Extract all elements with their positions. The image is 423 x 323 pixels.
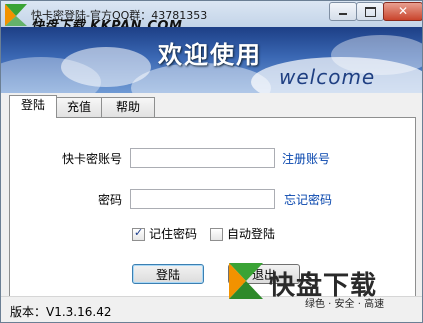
kkpan-logo-tagline: 绿色 · 安全 · 高速 [305,299,385,310]
app-logo-icon [5,4,27,26]
account-input[interactable] [130,148,275,168]
maximize-button[interactable] [356,2,384,21]
kkpan-watermark-logo: 快盘下载 绿色 · 安全 · 高速 [229,261,399,319]
maximize-icon [365,7,376,17]
login-window: 快卡密登陆-官方QQ群：43781353 快盘下载 KKPAN.COM ✕ 欢迎… [0,0,423,323]
login-button[interactable]: 登陆 [132,264,204,284]
version-text: 版本：V1.3.16.42 [10,305,112,319]
welcome-title-cn: 欢迎使用 [158,41,262,69]
welcome-title-en: welcome [279,65,376,89]
kkpan-logo-icon [229,263,263,299]
remember-password-checkbox[interactable] [132,226,145,241]
auto-login-checkbox[interactable] [210,228,223,241]
tab-help[interactable]: 帮助 [101,97,155,117]
tab-recharge[interactable]: 充值 [56,97,102,117]
minimize-icon [339,13,347,15]
tab-login[interactable]: 登陆 [9,95,57,118]
welcome-banner: 欢迎使用 welcome [1,27,422,93]
remember-password-label: 记住密码 [149,227,198,241]
minimize-button[interactable] [329,2,357,21]
auto-login-label: 自动登陆 [227,227,276,241]
account-label: 快卡密账号 [62,152,123,166]
title-bar[interactable]: 快卡密登陆-官方QQ群：43781353 快盘下载 KKPAN.COM ✕ [1,1,422,34]
password-input[interactable] [130,189,275,209]
password-label: 密码 [98,193,123,207]
close-button[interactable]: ✕ [383,2,422,21]
forgot-password-link[interactable]: 忘记密码 [284,191,332,208]
register-link[interactable]: 注册账号 [282,150,330,167]
